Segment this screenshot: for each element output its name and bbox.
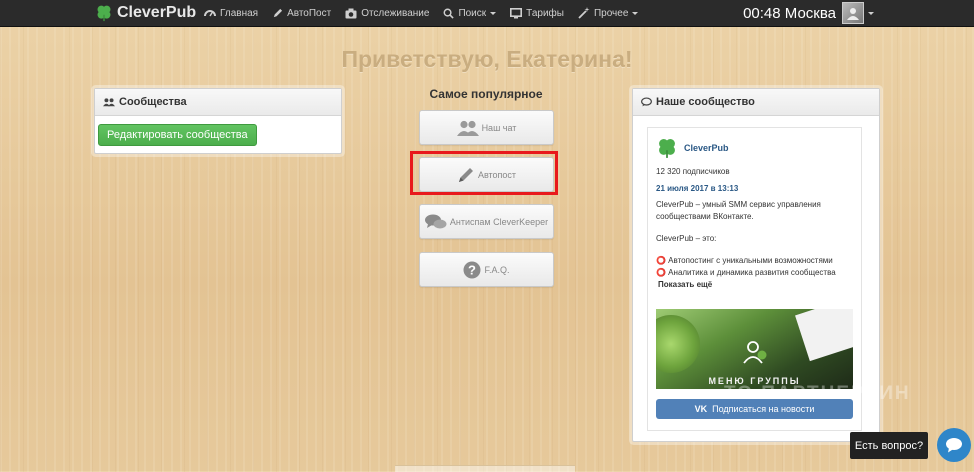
nav-item-tariffs[interactable]: Тарифы [510,8,564,19]
user-plus-icon [743,341,767,364]
watermark: ТО ПАРТНЕРКИН [724,383,911,404]
group-menu-banner[interactable]: МЕНЮ ГРУППЫ [656,309,853,389]
our-community-panel-heading: Наше сообщество [633,89,879,116]
banner-paper-image [795,309,853,362]
user-area: 00:48 Москва [743,0,874,26]
nav-item-home[interactable]: Главная [204,7,258,19]
widget-community-name[interactable]: CleverPub [684,143,729,153]
tile-antispam[interactable]: Антиспам CleverKeeper [419,204,554,239]
dashboard-icon [204,10,216,17]
nav-item-autopost[interactable]: АвтоПост [272,8,331,19]
magic-icon [578,7,590,19]
vk-logo-icon: VK [694,404,708,414]
user-icon [847,8,859,20]
communities-panel: Сообщества Редактировать сообщества [94,88,342,154]
chevron-down-icon [632,11,639,15]
widget-header[interactable]: CleverPub [648,128,861,159]
comments-icon [424,214,447,228]
users-icon [103,98,115,107]
page-title: Приветствую, Екатерина! [341,46,633,72]
monitor-icon [510,7,523,18]
brand-name: CleverPub [117,4,197,21]
chat-button[interactable] [937,428,971,462]
edit-communities-button[interactable]: Редактировать сообщества [98,124,257,146]
popular-title: Самое популярное [429,87,543,101]
nav-item-tracking[interactable]: Отслеживание [345,8,429,19]
top-navbar: CleverPub Главная АвтоПост Отслеживание [0,0,974,27]
comment-icon [641,97,652,107]
avatar[interactable] [842,2,864,24]
widget-subscribers: 12 320 подписчиков [656,167,730,176]
nav-item-search[interactable]: Поиск [443,8,497,19]
widget-post-text: CleverPub – умный SMM сервис управления … [656,200,836,277]
question-icon: ? [463,261,481,278]
chevron-down-icon [490,11,497,15]
pencil-icon [273,8,283,17]
tile-our-chat[interactable]: Наш чат [419,110,554,145]
clover-icon [659,138,675,158]
chat-bubble-icon [946,438,962,453]
brand-logo[interactable]: CleverPub [95,2,196,24]
search-icon [443,8,455,19]
widget-post-date[interactable]: 21 июля 2017 в 13:13 [648,176,861,193]
banner-cup-image [656,315,700,373]
clock-time: 00:48 Москва [743,4,836,22]
show-more-link[interactable]: Показать ещё [648,279,861,289]
camera-icon [345,8,357,18]
svg-text:?: ? [469,262,477,277]
nav-item-other[interactable]: Прочее [578,7,639,19]
highlight-frame [410,151,558,195]
clover-icon [97,5,111,22]
users-icon [456,120,479,136]
communities-panel-heading: Сообщества [95,89,341,116]
user-menu-chevron-icon[interactable] [868,11,874,15]
tile-faq[interactable]: ? F.A.Q. [419,252,554,287]
chat-question-label[interactable]: Есть вопрос? [850,432,928,459]
main-nav: Главная АвтоПост Отслеживание Поиск Тари… [204,0,652,26]
